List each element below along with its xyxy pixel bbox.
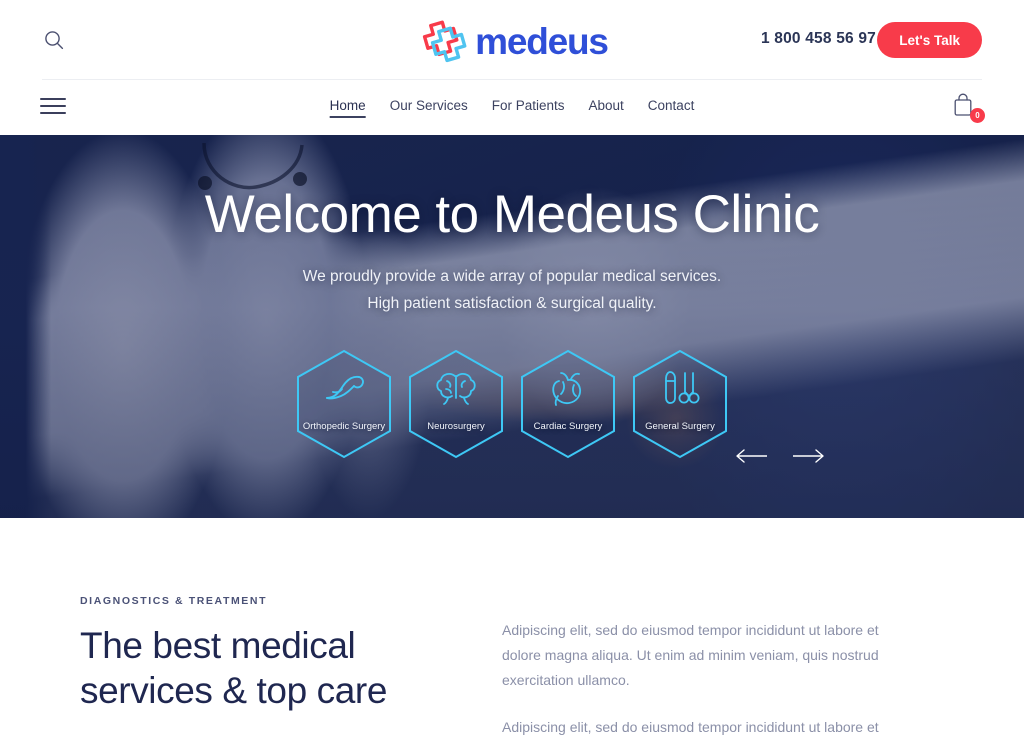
brain-icon: [436, 373, 476, 405]
hero-content: Welcome to Medeus Clinic We proudly prov…: [0, 135, 1024, 518]
section-title: The best medical services & top care: [80, 623, 472, 713]
lets-talk-button[interactable]: Let's Talk: [877, 22, 982, 58]
service-card-neurosurgery[interactable]: Neurosurgery: [405, 348, 507, 460]
about-left-column: DIAGNOSTICS & TREATMENT The best medical…: [42, 595, 472, 745]
section-eyebrow: DIAGNOSTICS & TREATMENT: [80, 595, 268, 607]
carousel-prev-button[interactable]: [735, 447, 769, 465]
service-label-neurosurgery: Neurosurgery: [427, 421, 485, 433]
service-hexagon-list: Orthopedic Surgery Neurosurgery Cardiac …: [293, 348, 731, 460]
service-label-general-surgery: General Surgery: [645, 421, 715, 433]
cart-button[interactable]: 0: [952, 92, 985, 124]
phone-number[interactable]: 1 800 458 56 97: [761, 30, 876, 48]
carousel-next-button[interactable]: [791, 447, 825, 465]
hamburger-menu-icon-line: [40, 105, 66, 107]
logo-wordmark: medeus: [475, 20, 609, 62]
nav-item-about[interactable]: About: [589, 98, 624, 117]
nav-item-for-patients[interactable]: For Patients: [492, 98, 565, 117]
about-grid: DIAGNOSTICS & TREATMENT The best medical…: [42, 518, 982, 745]
hero-subtitle: We proudly provide a wide array of popul…: [303, 263, 721, 317]
service-label-orthopedic-surgery: Orthopedic Surgery: [302, 421, 386, 433]
section-title-line-1: The best medical: [80, 625, 356, 666]
scalpel-scissors-icon: [665, 371, 700, 404]
hamburger-menu-icon-line: [40, 112, 66, 114]
hero-subtitle-line-1: We proudly provide a wide array of popul…: [302, 267, 722, 285]
service-label-cardiac-surgery: Cardiac Surgery: [533, 421, 603, 433]
search-icon: [45, 31, 64, 50]
cart-count-badge: 0: [970, 108, 985, 123]
service-card-cardiac-surgery[interactable]: Cardiac Surgery: [517, 348, 619, 460]
nav-item-home[interactable]: Home: [329, 98, 366, 118]
hamburger-menu-icon-line: [40, 98, 66, 100]
site-logo[interactable]: medeus: [416, 13, 609, 67]
about-paragraph-1: Adipiscing elit, sed do eiusmod tempor i…: [502, 622, 879, 688]
heart-icon: [552, 372, 582, 406]
about-paragraph-2: Adipiscing elit, sed do eiusmod tempor i…: [502, 718, 879, 745]
hero-carousel-controls: [735, 447, 825, 465]
main-navigation: Home Our Services For Patients About Con…: [0, 80, 1024, 135]
hero-subtitle-line-2: High patient satisfaction & surgical qua…: [367, 294, 657, 312]
nav-item-contact[interactable]: Contact: [648, 98, 695, 117]
hero-banner: Welcome to Medeus Clinic We proudly prov…: [0, 135, 1024, 518]
about-section: DIAGNOSTICS & TREATMENT The best medical…: [0, 518, 1024, 745]
hero-title: Welcome to Medeus Clinic: [204, 185, 820, 244]
service-card-general-surgery[interactable]: General Surgery: [629, 348, 731, 460]
search-button[interactable]: [40, 26, 68, 54]
knee-joint-icon: [326, 375, 364, 400]
top-bar: medeus 1 800 458 56 97 Let's Talk: [0, 0, 1024, 80]
service-card-orthopedic-surgery[interactable]: Orthopedic Surgery: [293, 348, 395, 460]
nav-links: Home Our Services For Patients About Con…: [329, 98, 695, 118]
section-title-line-2: services & top care: [80, 670, 388, 712]
hamburger-menu-button[interactable]: [40, 96, 66, 116]
nav-item-our-services[interactable]: Our Services: [390, 98, 468, 117]
about-right-column: Adipiscing elit, sed do eiusmod tempor i…: [472, 595, 912, 745]
double-cross-logo-icon: [416, 13, 468, 67]
